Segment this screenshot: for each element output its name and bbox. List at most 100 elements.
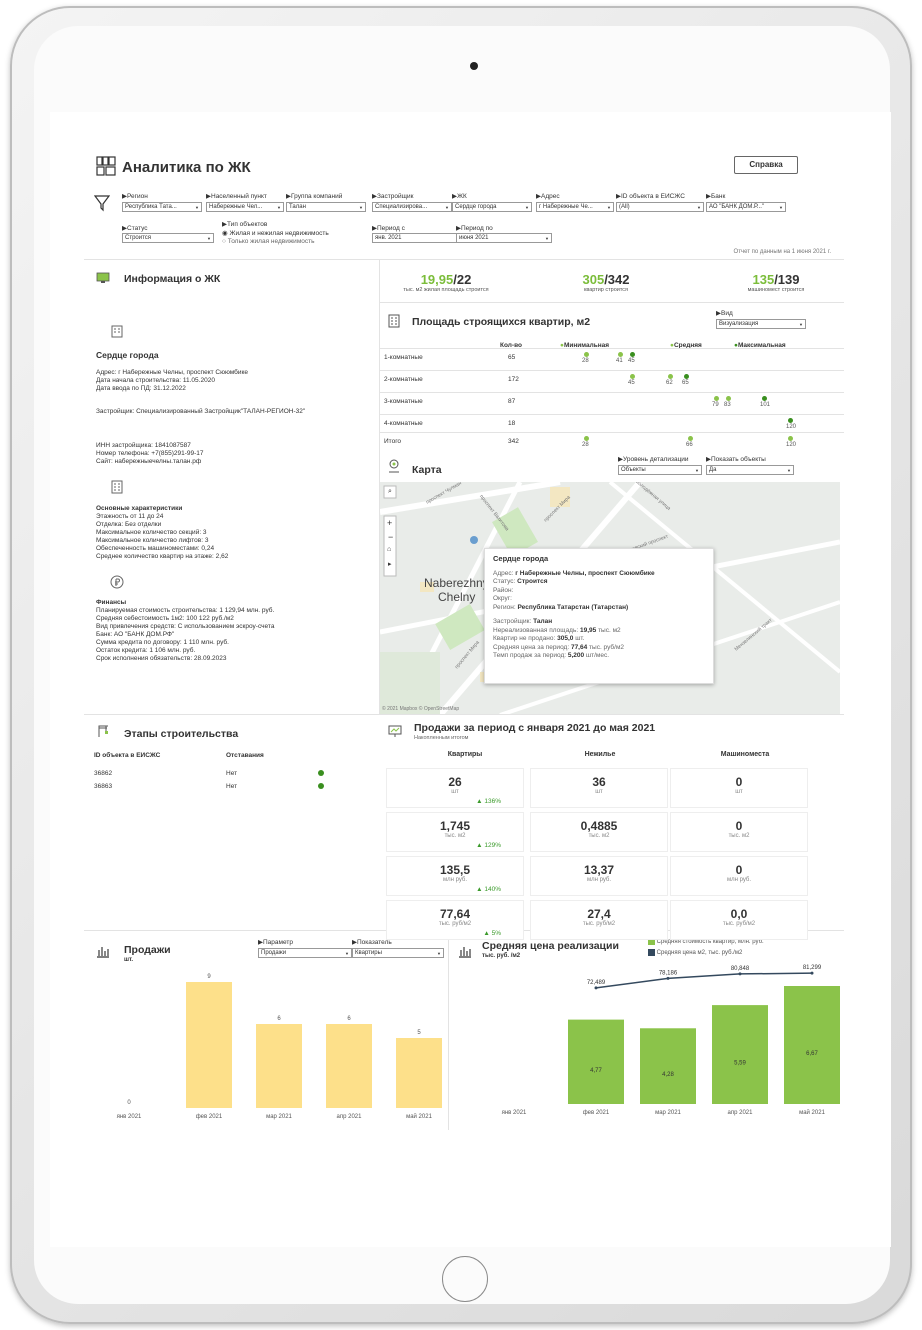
type-option-all[interactable]: ◉ Жилая и нежилая недвижимость (222, 229, 329, 237)
bar (568, 1019, 624, 1104)
line-point (738, 972, 742, 976)
sales-tile: 27,4 тыс. руб/м2 (530, 900, 668, 940)
price-chart-unit: тыс. руб. /м2 (482, 953, 521, 959)
period-to-select[interactable]: июня 2021 (456, 233, 552, 243)
bar (784, 986, 840, 1104)
indicator-select[interactable]: Квартиры (352, 948, 444, 958)
detail-label: ▶Уровень детализации (618, 456, 689, 463)
finance-title: Финансы (96, 599, 127, 606)
type-filter-label: ▶Тип объектов (222, 221, 268, 228)
bar (712, 1005, 768, 1104)
line-point (666, 976, 670, 980)
sales-tile: 36 шт (530, 768, 668, 808)
period-from-label: ▶Период с (372, 225, 405, 232)
filter-select[interactable]: Талан (286, 202, 366, 212)
map-search-icon[interactable]: ⌕ (388, 488, 392, 496)
dashboard-screen: Аналитика по ЖК Справка ▶Статус Строится… (50, 112, 891, 1247)
bar-chart-icon (459, 947, 471, 958)
play-icon[interactable]: ▸ (388, 560, 392, 568)
info-line: Максимальное количество секций: 3 (96, 529, 207, 536)
info-line: Остаток кредита: 1 106 млн. руб. (96, 647, 196, 654)
period-from-select[interactable]: янв. 2021 (372, 233, 468, 243)
bar-label: 4,28 (662, 1072, 674, 1078)
tile-value: 77,64 (439, 907, 471, 921)
divider (380, 302, 844, 303)
info-line: Срок исполнения обязательств: 28.09.2023 (96, 655, 227, 662)
home-button[interactable] (442, 1256, 488, 1302)
tile-unit: шт (735, 789, 743, 795)
type-option-living[interactable]: ○ Только жилая недвижимость (222, 238, 315, 245)
kpi-caption: тыс. м2 жилая площадь строится (403, 287, 489, 293)
filter-select[interactable]: АО "БАНК ДОМ.Р..." (706, 202, 786, 212)
info-line: Дата начала строительства: 11.05.2020 (96, 377, 215, 384)
page-title: Аналитика по ЖК (122, 159, 251, 176)
bar-label: 9 (207, 974, 211, 980)
tile-value: 135,5 (439, 863, 471, 877)
line-label: 78,186 (659, 970, 678, 976)
sales-col: Нежилье (584, 751, 616, 758)
filter-label: ▶Регион (122, 193, 148, 200)
sales-tile: 26 шт ▲ 136% (386, 768, 524, 808)
info-line: Этажность от 11 до 24 (96, 513, 164, 520)
map-title: Карта (412, 464, 442, 476)
sales-bar-chart: 0 янв 2021 9 фев 2021 6 мар 2021 6 апр 2021 5 май… (117, 974, 442, 1120)
x-tick-label: май 2021 (406, 1113, 432, 1120)
tile-delta: ▲ 129% (476, 842, 501, 849)
filter-select[interactable]: Сердце города (452, 202, 532, 212)
tile-value: 36 (592, 775, 606, 789)
show-objects-select[interactable]: Да (706, 465, 794, 475)
info-line: Сумма кредита по договору: 1 110 млн. ру… (96, 639, 229, 646)
info-line: Дата ввода по ПД: 31.12.2022 (96, 385, 186, 392)
info-line: Банк: АО "БАНК ДОМ.РФ" (96, 631, 175, 638)
info-title: Информация о ЖК (124, 273, 221, 285)
status-filter-select[interactable]: Строится (122, 233, 214, 243)
area-row-name: 2-комнатные (384, 376, 423, 383)
tile-unit: шт (595, 789, 603, 795)
param-select[interactable]: Продажи (258, 948, 352, 958)
area-marker (684, 374, 689, 379)
help-button[interactable]: Справка (734, 156, 798, 174)
info-contacts-block: ИНН застройщика: 1841087587 Номер телефо… (96, 442, 204, 466)
sales-tile: 135,5 млн руб. ▲ 140% (386, 856, 524, 896)
area-marker-label: 62 (666, 380, 673, 386)
tile-value: 27,4 (587, 907, 611, 921)
stage-id: 36862 (94, 770, 113, 777)
kpi-parking: 135/139 машиномест строится (716, 272, 836, 293)
tile-unit: тыс. руб/м2 (722, 921, 756, 927)
filter-select[interactable]: Набережные Чел... (206, 202, 284, 212)
info-address-block: Адрес: г Набережные Челны, проспект Сююм… (96, 369, 248, 393)
tile-unit: млн руб. (442, 877, 468, 883)
bar (186, 982, 232, 1108)
bar (326, 1024, 372, 1108)
tile-unit: тыс. м2 (444, 833, 466, 839)
show-objects-label: ▶Показать объекты (706, 456, 766, 463)
map-city-label: Chelny (438, 590, 476, 604)
tooltip-row: Нереализованная площадь: 19,95 тыс. м2 (493, 626, 621, 634)
camera (470, 62, 478, 70)
bar (256, 1024, 302, 1108)
home-view-icon[interactable]: ⌂ (387, 546, 391, 553)
filter-select[interactable]: (All) (616, 202, 704, 212)
stages-title: Этапы строительства (124, 728, 239, 740)
info-characteristics-block: Основные характеристики Этажность от 11 … (96, 505, 228, 561)
bar-label: 5 (417, 1030, 421, 1036)
characteristics-title: Основные характеристики (96, 505, 183, 512)
filter-label: ▶ID объекта в ЕИСЖС (616, 193, 685, 200)
kpi-area: 19,95/22 тыс. м2 жилая площадь строится (386, 272, 506, 293)
zoom-in-button[interactable]: + (387, 518, 392, 528)
area-row-count: 342 (508, 438, 519, 445)
filter-select[interactable]: Республика Тата... (122, 202, 202, 212)
view-select[interactable]: Визуализация (716, 319, 806, 329)
sales-col: Квартиры (447, 751, 483, 758)
detail-select[interactable]: Объекты (618, 465, 702, 475)
divider (380, 432, 844, 433)
filter-select[interactable]: г Набережные Че... (536, 202, 614, 212)
sales-chart-unit: шт. (124, 957, 134, 963)
monitor-icon (96, 272, 110, 283)
filter-select[interactable]: Специализирова... (372, 202, 452, 212)
info-line: Адрес: г Набережные Челны, проспект Сююм… (96, 369, 249, 376)
info-line: Среднее количество квартир на этаже: 2,6… (96, 553, 229, 560)
zoom-out-button[interactable]: − (388, 532, 393, 542)
kpi-value: 305 (582, 272, 605, 287)
filter-label: ▶Адрес (536, 193, 560, 200)
